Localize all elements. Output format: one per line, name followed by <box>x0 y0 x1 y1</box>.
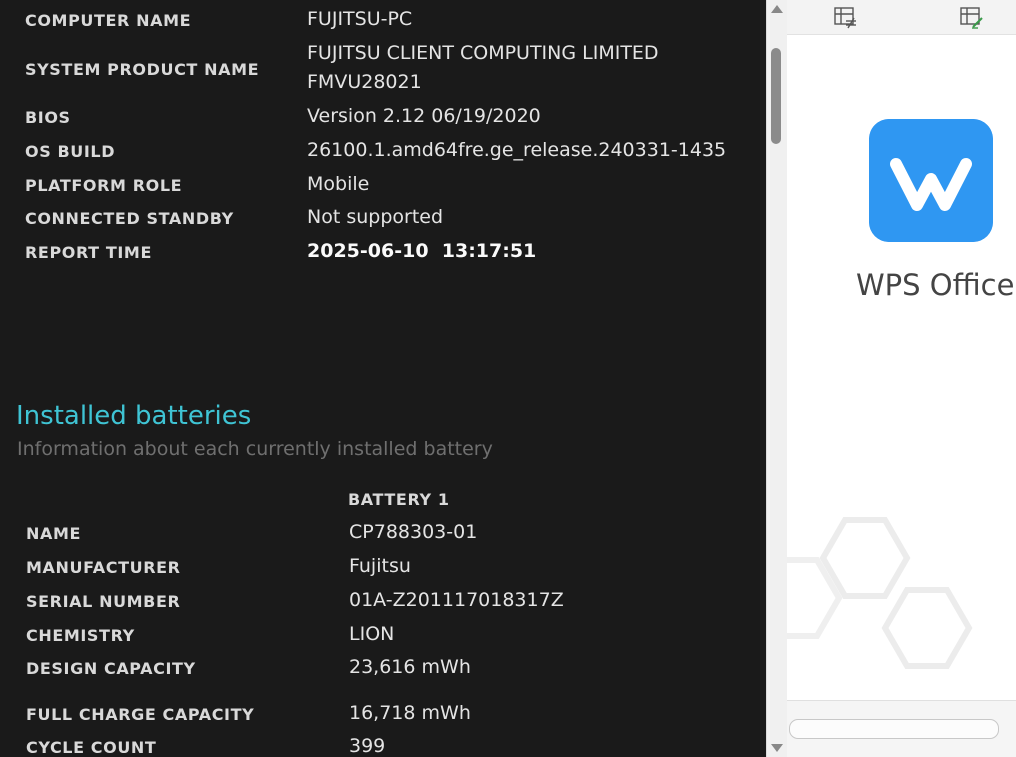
bios-value: Version 2.12 06/19/2020 <box>307 105 541 127</box>
os-build-value: 26100.1.amd64fre.ge_release.240331-1435 <box>307 139 727 161</box>
connected-standby-value: Not supported <box>307 206 444 228</box>
os-build-label: OS BUILD <box>25 142 116 161</box>
battery-full-charge-capacity-value: 16,718 mWh <box>349 702 471 724</box>
installed-batteries-heading: Installed batteries <box>16 401 252 431</box>
platform-role-value: Mobile <box>307 173 370 195</box>
battery-cycle-count-label: CYCLE COUNT <box>26 738 157 757</box>
computer-name-value: FUJITSU-PC <box>307 8 413 30</box>
battery-serial-label: SERIAL NUMBER <box>26 592 181 611</box>
computer-name-label: COMPUTER NAME <box>25 11 192 30</box>
battery-design-capacity-value: 23,616 mWh <box>349 656 471 678</box>
wps-office-name: WPS Office <box>856 268 1015 302</box>
scrollbar-thumb[interactable] <box>771 48 781 144</box>
scroll-up-arrow-icon[interactable] <box>771 5 783 13</box>
battery-name-value: CP788303-01 <box>349 521 478 543</box>
horizontal-scrollbar[interactable] <box>789 719 999 739</box>
table-not-equal-icon[interactable] <box>832 5 858 29</box>
wps-toolbar <box>787 0 1016 35</box>
wps-logo-icon[interactable] <box>869 119 993 242</box>
battery-chemistry-value: LION <box>349 623 395 645</box>
battery-name-label: NAME <box>26 524 82 543</box>
scroll-down-arrow-icon[interactable] <box>771 744 783 752</box>
connected-standby-label: CONNECTED STANDBY <box>25 209 234 228</box>
report-time-value: 2025-06-10 13:17:51 <box>307 240 537 262</box>
platform-role-label: PLATFORM ROLE <box>25 176 183 195</box>
table-edit-icon[interactable] <box>958 5 984 29</box>
system-product-name-label: SYSTEM PRODUCT NAME <box>25 60 260 79</box>
bios-label: BIOS <box>25 108 71 127</box>
system-product-name-value-line1: FUJITSU CLIENT COMPUTING LIMITED <box>307 42 659 64</box>
battery-report-pane: COMPUTER NAME FUJITSU-PC SYSTEM PRODUCT … <box>0 0 766 757</box>
battery-manufacturer-label: MANUFACTURER <box>26 558 181 577</box>
system-product-name-value-line2: FMVU28021 <box>307 71 422 93</box>
battery-column-header: BATTERY 1 <box>348 490 450 509</box>
battery-cycle-count-value: 399 <box>349 735 386 757</box>
battery-manufacturer-value: Fujitsu <box>349 555 411 577</box>
report-time-label: REPORT TIME <box>25 243 152 262</box>
vertical-scrollbar[interactable] <box>766 0 787 757</box>
battery-full-charge-capacity-label: FULL CHARGE CAPACITY <box>26 705 255 724</box>
hexagon-pattern <box>787 517 973 669</box>
wps-office-pane: WPS Office <box>787 0 1016 757</box>
installed-batteries-subtitle: Information about each currently install… <box>17 438 493 460</box>
battery-serial-value: 01A-Z201117018317Z <box>349 589 564 611</box>
battery-chemistry-label: CHEMISTRY <box>26 626 135 645</box>
horizontal-scroll-area <box>787 700 1016 757</box>
battery-design-capacity-label: DESIGN CAPACITY <box>26 659 196 678</box>
